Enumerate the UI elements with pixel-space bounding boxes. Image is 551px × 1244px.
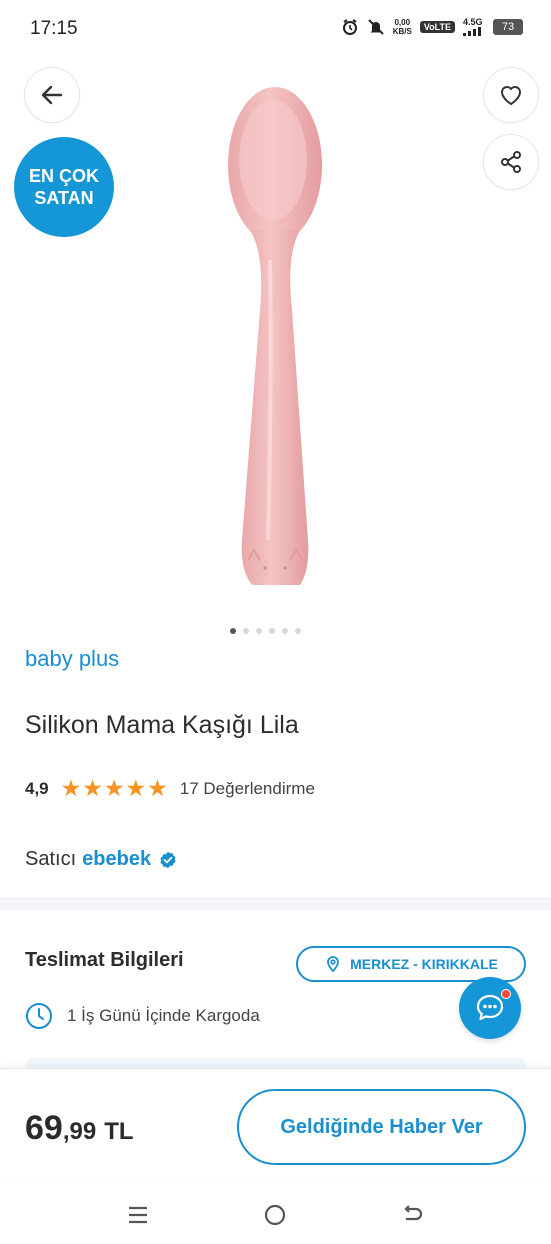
status-time: 17:15 [30,18,78,39]
mute-icon [367,19,384,35]
star-icon: ★ [60,775,82,801]
share-icon [501,151,521,173]
speed-unit: KB/S [392,27,412,36]
share-button[interactable] [483,134,539,190]
seller-label: Satıcı [25,848,77,870]
pagination-dot[interactable] [295,628,301,634]
star-icon: ★ [125,775,147,801]
notification-dot [501,989,511,999]
pagination-dot[interactable] [243,628,249,634]
network-speed: 0,00 KB/S [393,18,412,36]
network-label: 4.5G [463,17,483,27]
verified-check-icon [160,851,176,868]
speed-value: 0,00 [394,18,411,27]
badge-line2: SATAN [34,188,94,208]
home-nav-button[interactable] [260,1200,290,1230]
brand-link[interactable]: baby plus [25,646,119,672]
network-type: 4.5G [463,18,485,36]
back-nav-icon [404,1205,423,1221]
back-nav-button[interactable] [397,1200,427,1230]
review-count[interactable]: 17 Değerlendirme [180,779,315,799]
clock-icon [26,1003,52,1029]
system-nav-bar [0,1182,551,1244]
seller-row: Satıcı ebebek [25,848,177,871]
price: 69 ,99 TL [25,1109,134,1148]
product-image [228,87,322,585]
rating-row[interactable]: 4,9 ★ ★ ★ ★ ★ 17 Değerlendirme [25,777,315,800]
status-icons: 0,00 KB/S VoLTE 4.5G 73 [341,18,523,36]
chat-button[interactable] [459,977,521,1039]
pagination-dot[interactable] [256,628,262,634]
seller-link[interactable]: ebebek [82,848,151,871]
price-main: 69 [25,1109,63,1147]
location-label: MERKEZ - KIRIKKALE [350,956,498,972]
star-icon: ★ [103,775,125,801]
delivery-title: Teslimat Bilgileri [25,949,184,971]
home-circle-icon [264,1204,286,1226]
rating-stars: ★ ★ ★ ★ ★ [61,777,168,800]
star-icon: ★ [82,775,103,801]
volte-badge: VoLTE [419,21,455,33]
map-pin-icon [327,956,340,973]
image-pagination-dots [230,628,301,634]
alarm-icon [342,19,357,35]
notify-me-button[interactable]: Geldiğinde Haber Ver [237,1089,526,1165]
bestseller-badge: EN ÇOK SATAN [14,137,114,237]
product-title: Silikon Mama Kaşığı Lila [25,711,299,739]
pagination-dot[interactable] [269,628,275,634]
rating-value: 4,9 [25,778,49,798]
status-bar: 17:15 0,00 KB/S VoLTE 4.5G 73 [0,0,551,60]
bottom-action-bar: 69 ,99 TL Geldiğinde Haber Ver [0,1068,551,1182]
price-fraction: ,99 [62,1118,97,1145]
badge-line1: EN ÇOK [28,166,99,186]
battery-indicator: 73 [493,19,523,35]
favorite-button[interactable] [483,67,539,123]
delivery-info-text: 1 İş Günü İçinde Kargoda [67,1006,260,1025]
section-divider [0,898,551,910]
back-button[interactable] [24,67,80,123]
heart-icon [501,86,521,105]
menu-icon [129,1206,147,1224]
pagination-dot[interactable] [230,628,236,634]
arrow-left-icon [41,85,63,105]
signal-icon [463,27,481,36]
delivery-info: 1 İş Günü İçinde Kargoda [25,1002,260,1030]
pagination-dot[interactable] [282,628,288,634]
star-icon: ★ [147,775,168,801]
price-currency: TL [104,1118,134,1145]
menu-nav-button[interactable] [123,1200,153,1230]
